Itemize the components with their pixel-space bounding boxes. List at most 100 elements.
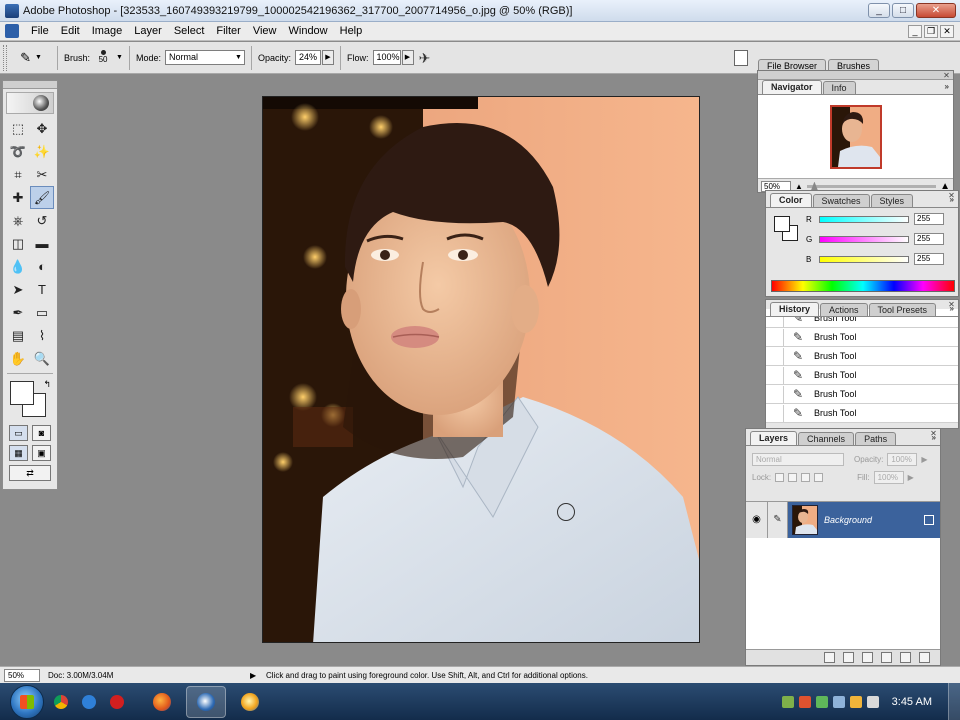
history-item[interactable]: ✎ Brush Tool: [766, 347, 958, 366]
green-value-input[interactable]: 255: [914, 233, 944, 245]
start-button[interactable]: [10, 684, 44, 719]
fill-slider-arrow-icon[interactable]: ▶: [908, 473, 914, 482]
navigator-preview[interactable]: [758, 95, 953, 179]
tray-volume-icon[interactable]: [832, 695, 845, 708]
menu-layer[interactable]: Layer: [128, 25, 168, 37]
new-set-icon[interactable]: [862, 652, 873, 663]
document-close-button[interactable]: ✕: [940, 24, 954, 38]
layer-row-background[interactable]: ◉ ✎ Background: [746, 502, 940, 538]
marquee-icon[interactable]: ⬚: [6, 117, 30, 140]
dodge-icon[interactable]: ◐: [30, 255, 54, 278]
panel-header[interactable]: [758, 71, 953, 80]
tab-swatches[interactable]: Swatches: [812, 194, 870, 207]
tab-actions[interactable]: Actions: [820, 303, 868, 316]
tab-navigator[interactable]: Navigator: [762, 80, 822, 94]
menu-image[interactable]: Image: [86, 25, 129, 37]
document-size-info[interactable]: Doc: 3.00M/3.04M: [48, 671, 244, 680]
taskbar-clock[interactable]: 3:45 AM: [892, 696, 932, 708]
chevron-down-icon[interactable]: ▼: [116, 54, 123, 61]
menu-view[interactable]: View: [247, 25, 283, 37]
taskbar-browser[interactable]: [230, 686, 270, 718]
magic-wand-icon[interactable]: ✨: [30, 140, 54, 163]
tab-channels[interactable]: Channels: [798, 432, 855, 445]
slice-icon[interactable]: ✂: [30, 163, 54, 186]
history-snapshot-checkbox[interactable]: [770, 347, 784, 365]
quicklaunch-chrome[interactable]: [50, 691, 72, 713]
lock-transparency-icon[interactable]: [775, 472, 785, 482]
options-bar-grip[interactable]: [3, 44, 7, 71]
flow-input[interactable]: 100%: [372, 50, 401, 65]
brush-icon[interactable]: 🖌: [30, 186, 54, 209]
quick-mask-button[interactable]: ◙: [32, 425, 51, 441]
blend-mode-select[interactable]: Normal: [752, 452, 844, 466]
document-minimize-button[interactable]: _: [908, 24, 922, 38]
toolbox-header[interactable]: [3, 81, 57, 89]
photoshop-menu-icon[interactable]: [5, 24, 19, 38]
history-snapshot-checkbox[interactable]: [770, 404, 784, 422]
history-brush-icon[interactable]: ↺: [30, 209, 54, 232]
lock-position-icon[interactable]: [801, 472, 811, 482]
taskbar-photoshop[interactable]: [186, 685, 226, 718]
blue-value-input[interactable]: 255: [914, 253, 944, 265]
pen-icon[interactable]: ✒: [6, 301, 30, 324]
brush-link-icon[interactable]: ✎: [768, 502, 788, 538]
healing-brush-icon[interactable]: ✚: [6, 186, 30, 209]
tray-antivirus-icon[interactable]: [798, 695, 811, 708]
menu-help[interactable]: Help: [334, 25, 369, 37]
opacity-input[interactable]: 24%: [294, 50, 321, 65]
tray-app-icon[interactable]: [781, 695, 794, 708]
history-snapshot-checkbox[interactable]: [770, 366, 784, 384]
tool-preset-picker[interactable]: ✎ ▼: [11, 46, 51, 70]
trash-icon[interactable]: [919, 652, 930, 663]
zoom-level-field[interactable]: 50%: [4, 668, 40, 682]
history-snapshot-checkbox[interactable]: [770, 385, 784, 403]
tab-history[interactable]: History: [770, 302, 820, 316]
eraser-icon[interactable]: ◫: [6, 232, 30, 255]
document-canvas[interactable]: [262, 96, 700, 643]
panel-menu-icon[interactable]: »: [932, 433, 936, 442]
menu-filter[interactable]: Filter: [210, 25, 246, 37]
menu-select[interactable]: Select: [168, 25, 211, 37]
crop-icon[interactable]: ⌗: [6, 163, 30, 186]
quicklaunch-opera[interactable]: [106, 691, 128, 713]
opacity-slider-arrow-icon[interactable]: ▶: [921, 455, 927, 464]
tab-layers[interactable]: Layers: [750, 431, 798, 445]
jump-to-imageready-button[interactable]: ⇄: [9, 465, 51, 481]
tray-update-icon[interactable]: [849, 695, 862, 708]
path-selection-icon[interactable]: ➤: [6, 278, 30, 301]
zoom-icon[interactable]: 🔍: [30, 347, 54, 370]
lock-all-icon[interactable]: [814, 472, 824, 482]
history-item[interactable]: ✎ Brush Tool: [766, 404, 958, 423]
tray-network-icon[interactable]: [815, 695, 828, 708]
maximize-button[interactable]: □: [892, 3, 914, 18]
history-item[interactable]: ✎ Brush Tool: [766, 366, 958, 385]
hand-icon[interactable]: ✋: [6, 347, 30, 370]
palette-dock-icon[interactable]: [734, 49, 748, 66]
clone-stamp-icon[interactable]: ⎈: [6, 209, 30, 232]
move-icon[interactable]: ✥: [30, 117, 54, 140]
panel-menu-icon[interactable]: »: [950, 304, 954, 313]
tab-color[interactable]: Color: [770, 193, 812, 207]
add-layer-style-icon[interactable]: [824, 652, 835, 663]
menu-edit[interactable]: Edit: [55, 25, 86, 37]
adobe-online-button[interactable]: [6, 92, 54, 114]
panel-menu-icon[interactable]: »: [950, 195, 954, 204]
eye-icon[interactable]: ◉: [746, 502, 768, 538]
close-button[interactable]: ✕: [916, 3, 956, 18]
add-mask-icon[interactable]: [843, 652, 854, 663]
taskbar-firefox[interactable]: [142, 686, 182, 718]
notes-icon[interactable]: ▤: [6, 324, 30, 347]
red-value-input[interactable]: 255: [914, 213, 944, 225]
layer-opacity-input[interactable]: 100%: [887, 452, 918, 466]
swap-colors-icon[interactable]: ↰: [43, 379, 51, 390]
tray-flag-icon[interactable]: [866, 695, 879, 708]
show-desktop-button[interactable]: [948, 683, 960, 720]
blue-slider[interactable]: [819, 255, 909, 263]
eyedropper-icon[interactable]: ⌇: [30, 324, 54, 347]
standard-mode-button[interactable]: ▭: [9, 425, 28, 441]
rectangle-icon[interactable]: ▭: [30, 301, 54, 324]
navigator-zoom-slider[interactable]: [806, 181, 937, 191]
quicklaunch-ie[interactable]: [78, 691, 100, 713]
mode-select[interactable]: Normal ▼: [164, 50, 245, 65]
minimize-button[interactable]: _: [868, 3, 890, 18]
